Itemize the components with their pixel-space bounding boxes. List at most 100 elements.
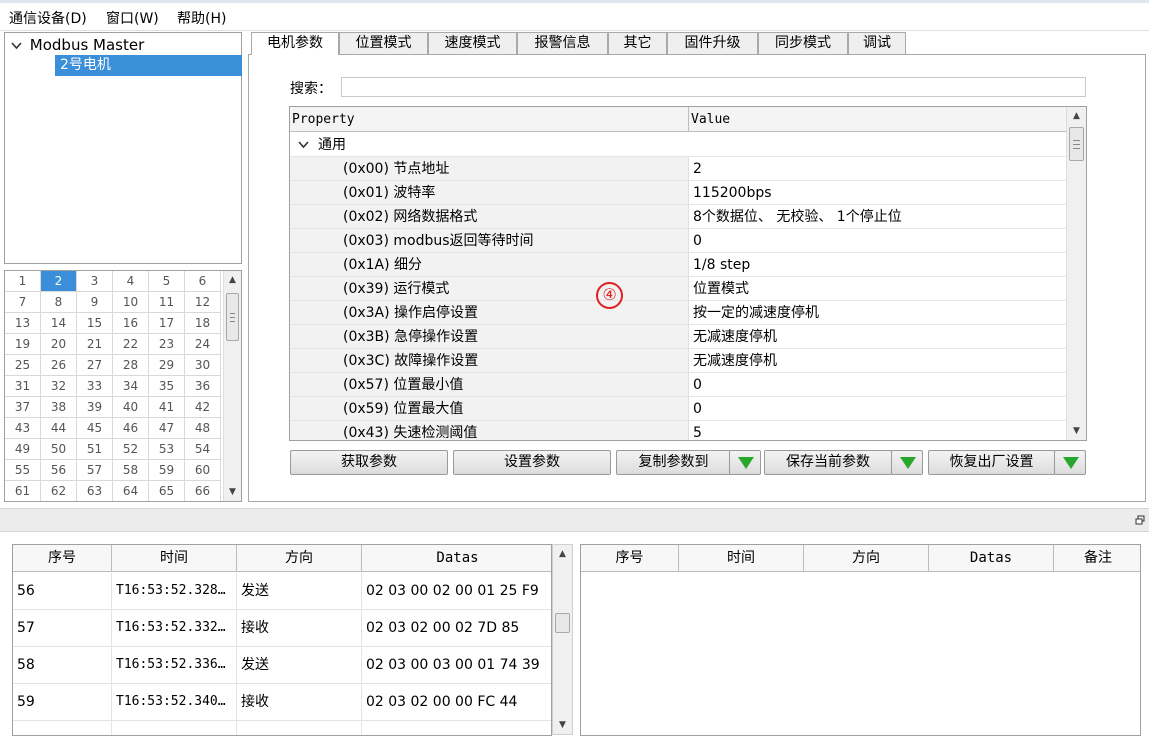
scroll-up-icon[interactable]: ▲	[1067, 107, 1086, 125]
node-number-cell[interactable]: 29	[149, 355, 185, 376]
node-number-cell[interactable]: 5	[149, 271, 185, 292]
node-number-cell[interactable]: 64	[113, 481, 149, 501]
node-number-cell[interactable]: 66	[185, 481, 221, 501]
node-number-cell[interactable]: 45	[77, 418, 113, 439]
grid-scrollbar[interactable]: ▲ ▼	[223, 271, 241, 501]
col-seq[interactable]: 序号	[581, 545, 679, 572]
scroll-down-icon[interactable]: ▼	[1067, 422, 1086, 440]
node-number-cell[interactable]: 16	[113, 313, 149, 334]
scroll-down-icon[interactable]: ▼	[553, 716, 572, 734]
property-value[interactable]: 115200bps	[688, 181, 1066, 204]
node-number-cell[interactable]: 3	[77, 271, 113, 292]
node-number-cell[interactable]: 39	[77, 397, 113, 418]
property-row[interactable]: (0x43) 失速检测阈值 5	[290, 421, 1066, 440]
tab-firmware-upgrade[interactable]: 固件升级	[667, 32, 758, 54]
node-number-cell[interactable]: 22	[113, 334, 149, 355]
node-number-cell[interactable]: 42	[185, 397, 221, 418]
col-time[interactable]: 时间	[112, 545, 237, 572]
panel-splitter[interactable]	[0, 508, 1149, 532]
node-number-cell[interactable]: 52	[113, 439, 149, 460]
node-number-cell[interactable]: 26	[41, 355, 77, 376]
copy-params-button[interactable]: 复制参数到	[616, 450, 731, 475]
node-number-cell[interactable]: 21	[77, 334, 113, 355]
log-row[interactable]: 58 T16:53:52.336… 发送 02 03 00 03 00 01 74 3…	[13, 647, 551, 684]
node-number-cell[interactable]: 25	[5, 355, 41, 376]
scroll-up-icon[interactable]: ▲	[224, 271, 241, 289]
node-number-cell[interactable]: 23	[149, 334, 185, 355]
tab-speed-mode[interactable]: 速度模式	[428, 32, 517, 54]
node-number-cell[interactable]: 55	[5, 460, 41, 481]
node-number-cell[interactable]: 15	[77, 313, 113, 334]
tab-alarm-info[interactable]: 报警信息	[517, 32, 608, 54]
property-row[interactable]: (0x39) 运行模式 位置模式	[290, 277, 1066, 301]
node-number-cell[interactable]: 33	[77, 376, 113, 397]
property-value[interactable]: 1/8 step	[688, 253, 1066, 276]
node-number-cell[interactable]: 54	[185, 439, 221, 460]
node-number-cell[interactable]: 44	[41, 418, 77, 439]
tab-other[interactable]: 其它	[608, 32, 667, 54]
property-value[interactable]: 无减速度停机	[688, 349, 1066, 372]
property-value[interactable]: 0	[688, 373, 1066, 396]
node-number-cell[interactable]: 57	[77, 460, 113, 481]
node-number-cell[interactable]: 11	[149, 292, 185, 313]
node-number-cell[interactable]: 53	[149, 439, 185, 460]
node-number-cell[interactable]: 34	[113, 376, 149, 397]
tree-root-modbus-master[interactable]: Modbus Master	[11, 36, 144, 54]
header-value[interactable]: Value	[688, 107, 1066, 132]
header-property[interactable]: Property	[290, 107, 688, 132]
node-number-cell[interactable]: 18	[185, 313, 221, 334]
property-value[interactable]: 0	[688, 229, 1066, 252]
property-scroll-thumb[interactable]	[1069, 127, 1084, 161]
node-number-cell[interactable]: 32	[41, 376, 77, 397]
tab-debug[interactable]: 调试	[848, 32, 906, 54]
comm-log-scroll-thumb[interactable]	[555, 613, 570, 633]
node-number-cell[interactable]: 37	[5, 397, 41, 418]
property-value[interactable]: 位置模式	[688, 277, 1066, 300]
node-number-cell[interactable]: 19	[5, 334, 41, 355]
property-row[interactable]: (0x03) modbus返回等待时间 0	[290, 229, 1066, 253]
property-value[interactable]: 无减速度停机	[688, 325, 1066, 348]
node-number-cell[interactable]: 4	[113, 271, 149, 292]
node-number-cell[interactable]: 47	[149, 418, 185, 439]
log-row-partial[interactable]	[13, 721, 551, 735]
log-row[interactable]: 57 T16:53:52.332… 接收 02 03 02 00 02 7D 85	[13, 610, 551, 647]
col-seq[interactable]: 序号	[13, 545, 112, 572]
col-datas[interactable]: Datas	[362, 545, 551, 572]
save-params-dropdown[interactable]	[891, 450, 923, 475]
col-direction[interactable]: 方向	[804, 545, 929, 572]
property-row[interactable]: (0x3A) 操作启停设置 按一定的减速度停机	[290, 301, 1066, 325]
node-number-cell[interactable]: 6	[185, 271, 221, 292]
col-remark[interactable]: 备注	[1054, 545, 1140, 572]
property-group-general[interactable]: 通用	[290, 133, 1066, 157]
col-datas[interactable]: Datas	[929, 545, 1054, 572]
node-number-cell[interactable]: 38	[41, 397, 77, 418]
tab-sync-mode[interactable]: 同步模式	[758, 32, 848, 54]
node-number-cell[interactable]: 62	[41, 481, 77, 501]
restore-factory-dropdown[interactable]	[1054, 450, 1086, 475]
node-number-cell[interactable]: 31	[5, 376, 41, 397]
comm-log-scrollbar[interactable]: ▲ ▼	[552, 544, 573, 735]
node-number-cell[interactable]: 59	[149, 460, 185, 481]
node-number-cell[interactable]: 41	[149, 397, 185, 418]
chevron-down-icon[interactable]	[298, 133, 318, 156]
scroll-down-icon[interactable]: ▼	[224, 483, 241, 501]
node-number-cell[interactable]: 30	[185, 355, 221, 376]
node-number-cell[interactable]: 40	[113, 397, 149, 418]
restore-factory-button[interactable]: 恢复出厂设置	[928, 450, 1055, 475]
node-number-cell[interactable]: 49	[5, 439, 41, 460]
node-number-cell[interactable]: 65	[149, 481, 185, 501]
chevron-down-icon[interactable]	[11, 36, 25, 54]
restore-window-icon[interactable]	[1135, 515, 1145, 528]
node-number-cell[interactable]: 60	[185, 460, 221, 481]
node-number-cell[interactable]: 8	[41, 292, 77, 313]
property-scrollbar[interactable]: ▲ ▼	[1066, 107, 1086, 440]
col-direction[interactable]: 方向	[237, 545, 362, 572]
node-number-cell[interactable]: 1	[5, 271, 41, 292]
property-row[interactable]: (0x59) 位置最大值 0	[290, 397, 1066, 421]
log-row[interactable]: 59 T16:53:52.340… 接收 02 03 02 00 00 FC 44	[13, 684, 551, 721]
node-number-cell[interactable]: 43	[5, 418, 41, 439]
property-row[interactable]: (0x57) 位置最小值 0	[290, 373, 1066, 397]
property-row[interactable]: (0x02) 网络数据格式 8个数据位、 无校验、 1个停止位	[290, 205, 1066, 229]
menu-help[interactable]: 帮助(H)	[177, 8, 226, 28]
node-number-cell[interactable]: 61	[5, 481, 41, 501]
